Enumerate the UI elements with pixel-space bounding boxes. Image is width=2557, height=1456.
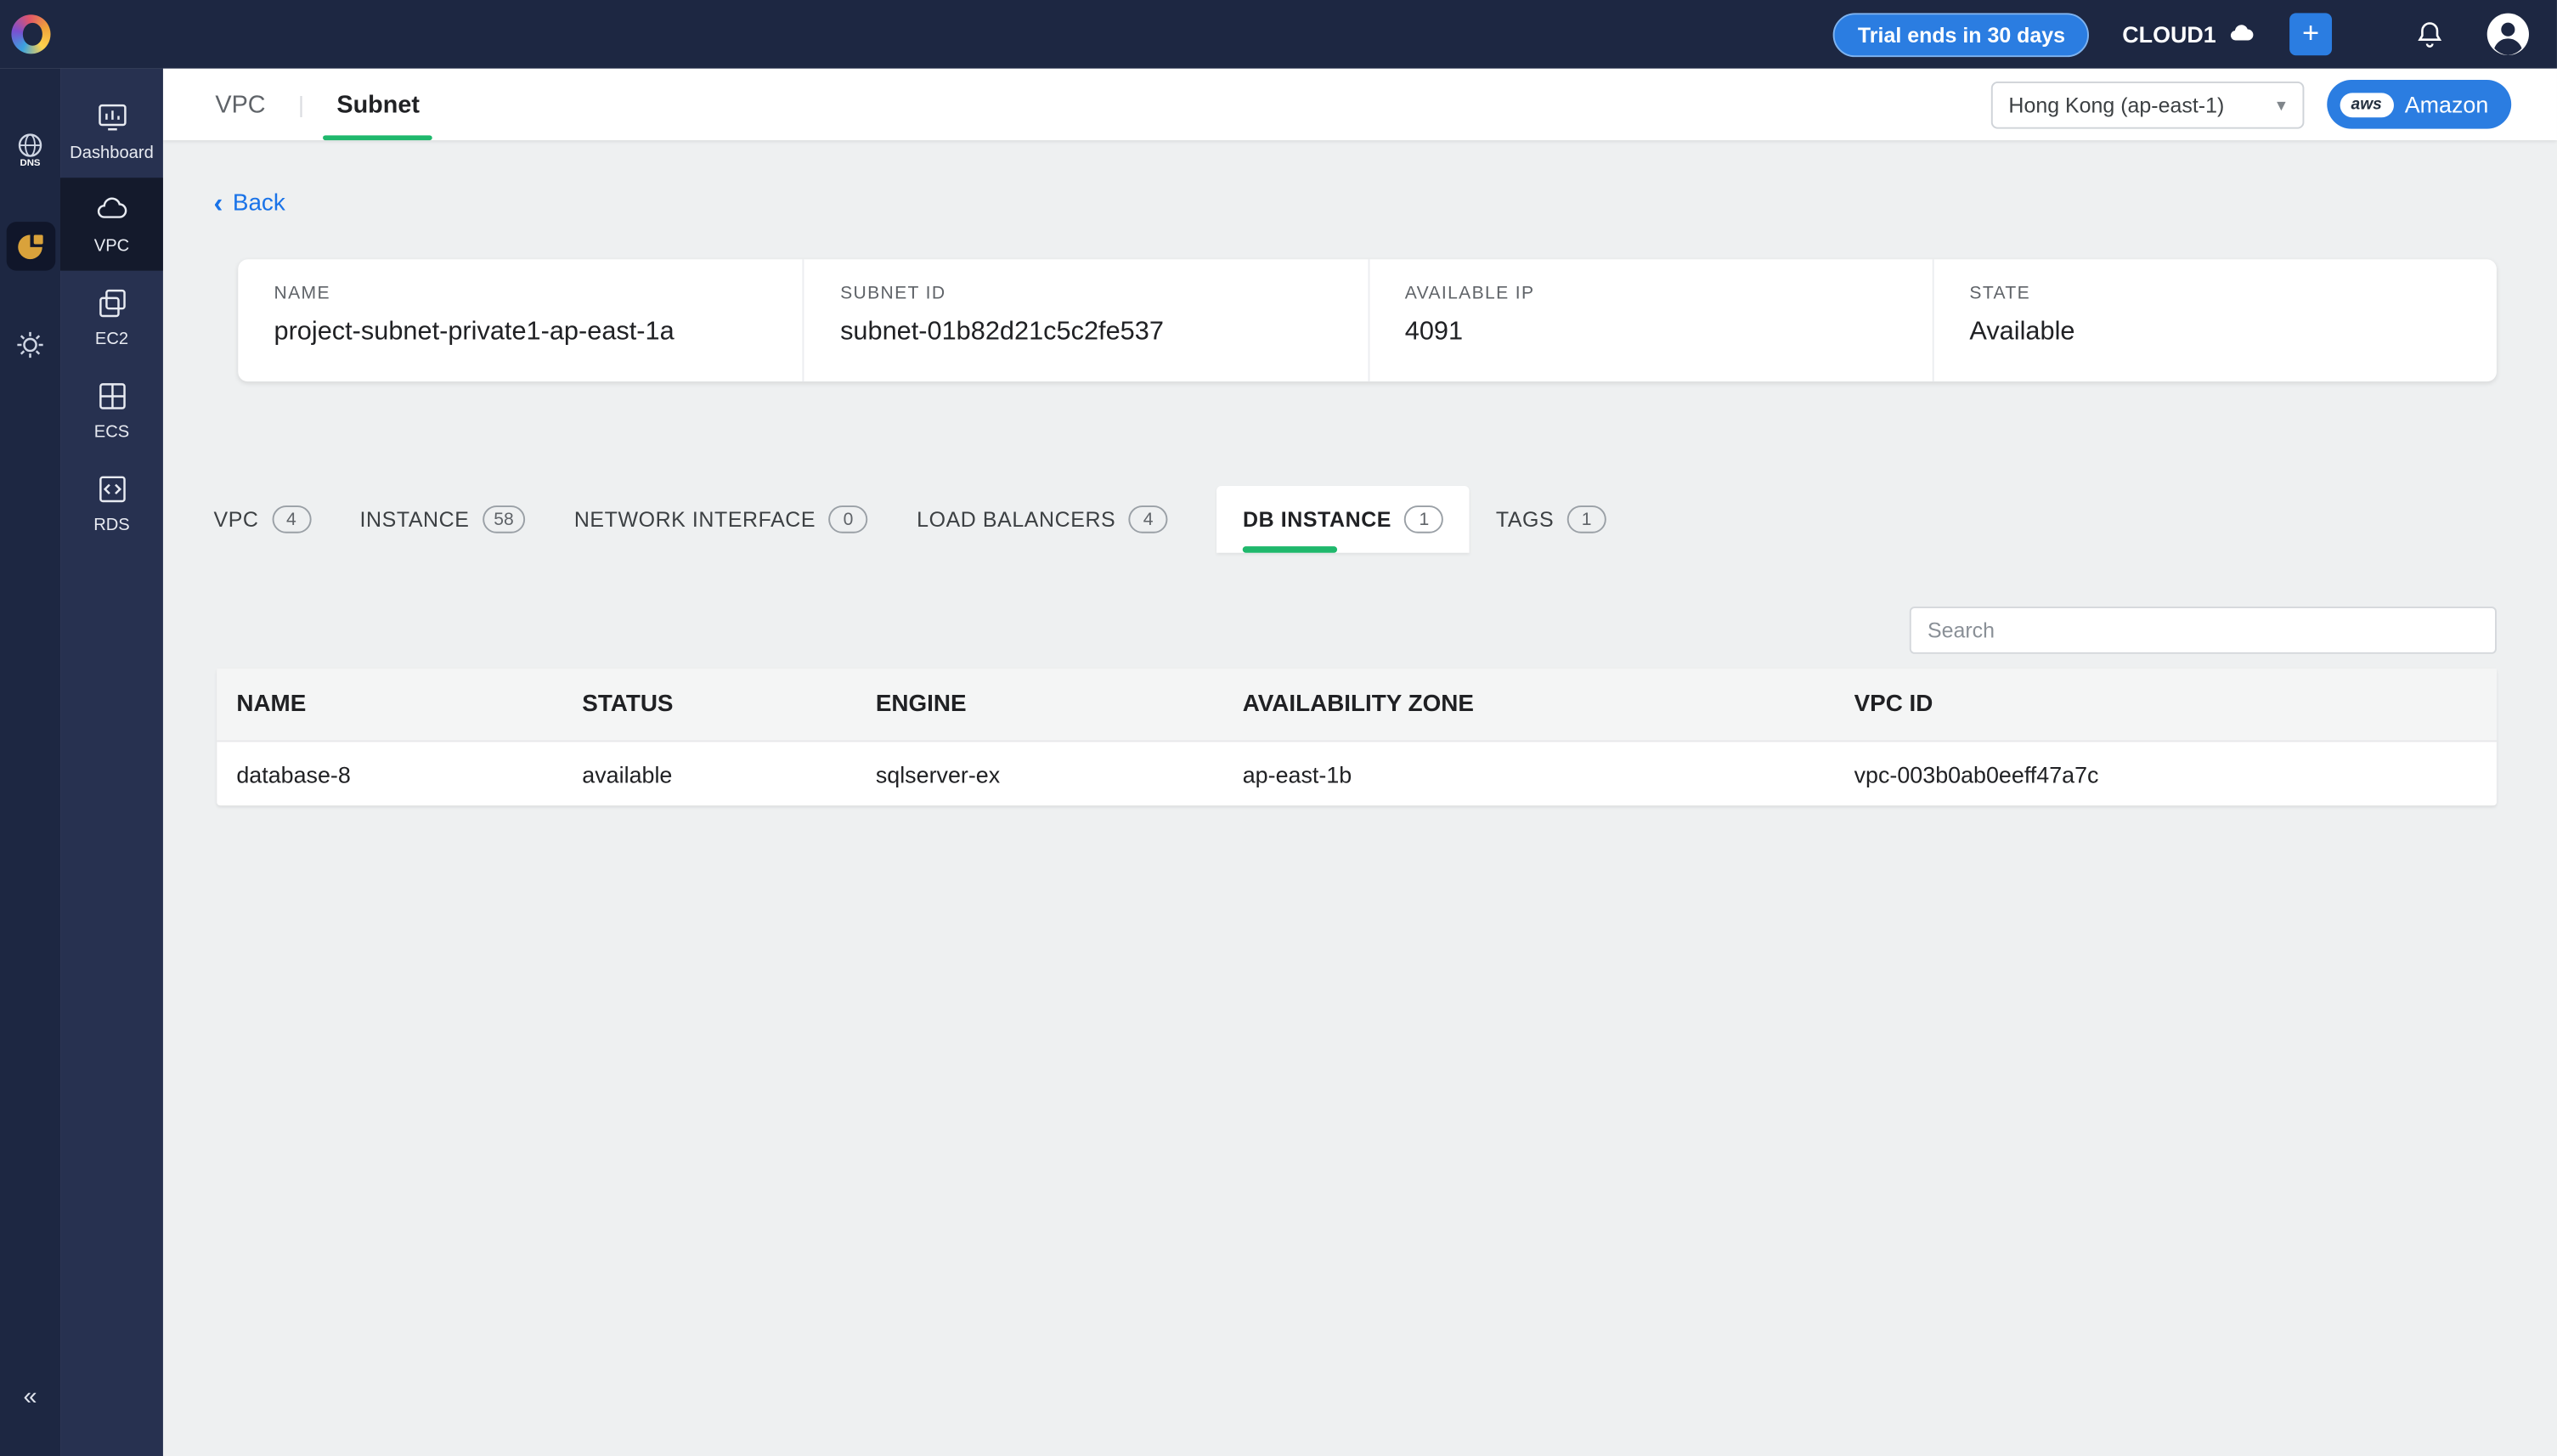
- table-row[interactable]: database-8 available sqlserver-ex ap-eas…: [217, 740, 2497, 805]
- summary-state: STATE Available: [1932, 259, 2497, 381]
- sidebar-item-rds[interactable]: RDS: [60, 456, 163, 549]
- tab-label: TAGS: [1496, 507, 1554, 532]
- tab-vpc[interactable]: VPC 4: [213, 486, 310, 553]
- tab-instance[interactable]: INSTANCE 58: [360, 486, 526, 553]
- summary-value: 4091: [1405, 318, 1896, 347]
- sidebar-item-ec2[interactable]: EC2: [60, 271, 163, 364]
- tab-label: DB INSTANCE: [1243, 507, 1391, 532]
- summary-label: SUBNET ID: [840, 284, 1331, 303]
- brand-logo-icon[interactable]: [10, 14, 49, 54]
- sidebar-item-label: ECS: [94, 422, 129, 442]
- tab-count-badge: 4: [272, 505, 311, 533]
- sidebar-item-label: Dashboard: [70, 144, 154, 163]
- summary-label: AVAILABLE IP: [1405, 284, 1896, 303]
- cell-vpc-id: vpc-003b0ab0eeff47a7c: [1835, 760, 2497, 787]
- summary-name: NAME project-subnet-private1-ap-east-1a: [238, 259, 803, 381]
- tab-db-instance[interactable]: DB INSTANCE 1: [1216, 486, 1470, 553]
- table-header-row: NAME STATUS ENGINE AVAILABILITY ZONE VPC…: [217, 669, 2497, 740]
- back-chevron-icon: ‹: [213, 189, 223, 217]
- back-button[interactable]: ‹ Back: [213, 189, 285, 217]
- topbar-right: Trial ends in 30 days CLOUD1 +: [1833, 11, 2557, 57]
- tab-count-badge: 4: [1129, 505, 1168, 533]
- chevron-down-icon: ▾: [2277, 93, 2286, 115]
- rail-item-dns[interactable]: DNS: [6, 124, 55, 173]
- cell-engine: sqlserver-ex: [856, 760, 1223, 787]
- topbar: Trial ends in 30 days CLOUD1 +: [0, 0, 2557, 69]
- column-header: VPC ID: [1835, 691, 2497, 718]
- sidebar-rail: DNS «: [0, 69, 60, 1456]
- sidebar-item-label: EC2: [95, 330, 128, 349]
- sidebar-nav: Dashboard VPC EC2 ECS: [60, 69, 163, 1456]
- tab-label: NETWORK INTERFACE: [574, 507, 816, 532]
- add-button[interactable]: +: [2289, 13, 2332, 55]
- tab-count-badge: 1: [1567, 505, 1606, 533]
- sidebar-collapse-button[interactable]: «: [0, 1383, 60, 1411]
- region-value: Hong Kong (ap-east-1): [2008, 92, 2224, 116]
- tab-count-badge: 58: [483, 505, 525, 533]
- column-header: ENGINE: [856, 691, 1223, 718]
- cell-status: available: [562, 760, 856, 787]
- main-content: ‹ Back NAME project-subnet-private1-ap-e…: [163, 140, 2557, 1456]
- cloud-icon: [2227, 20, 2257, 49]
- org-name: CLOUD1: [2122, 21, 2216, 48]
- summary-label: STATE: [1969, 284, 2460, 303]
- app-root: Trial ends in 30 days CLOUD1 +: [0, 0, 2557, 1456]
- tab-subnet-header[interactable]: Subnet: [330, 69, 426, 140]
- column-header: AVAILABILITY ZONE: [1223, 691, 1835, 718]
- tab-label: INSTANCE: [360, 507, 470, 532]
- region-select[interactable]: Hong Kong (ap-east-1) ▾: [1990, 81, 2304, 128]
- db-instance-table: NAME STATUS ENGINE AVAILABILITY ZONE VPC…: [217, 669, 2497, 805]
- tab-load-balancers[interactable]: LOAD BALANCERS 4: [917, 486, 1168, 553]
- sidebar-item-ecs[interactable]: ECS: [60, 364, 163, 456]
- rail-item-settings[interactable]: [6, 319, 55, 369]
- summary-label: NAME: [274, 284, 766, 303]
- column-header: NAME: [217, 691, 562, 718]
- ec2-instances-icon: [93, 285, 129, 321]
- tab-count-badge: 1: [1404, 505, 1443, 533]
- cloud-provider-icon: [13, 229, 47, 263]
- org-switcher[interactable]: CLOUD1: [2122, 20, 2256, 49]
- subnet-summary-card: NAME project-subnet-private1-ap-east-1a …: [238, 259, 2497, 381]
- ecs-containers-icon: [93, 378, 129, 414]
- back-label: Back: [233, 190, 285, 217]
- header-tab-separator: |: [298, 91, 304, 117]
- tab-count-badge: 0: [828, 505, 867, 533]
- dashboard-icon: [93, 99, 129, 135]
- summary-available-ip: AVAILABLE IP 4091: [1368, 259, 1933, 381]
- user-avatar[interactable]: [2485, 11, 2531, 57]
- tab-label: VPC: [213, 507, 258, 532]
- resource-tabs: VPC 4 INSTANCE 58 NETWORK INTERFACE 0 LO…: [213, 486, 2496, 553]
- tab-label: LOAD BALANCERS: [917, 507, 1115, 532]
- summary-value: Available: [1969, 318, 2460, 347]
- summary-value: subnet-01b82d21c5c2fe537: [840, 318, 1331, 347]
- search-input[interactable]: [1910, 607, 2497, 654]
- header-right: Hong Kong (ap-east-1) ▾ aws Amazon: [1990, 80, 2511, 129]
- tab-vpc-header[interactable]: VPC: [209, 69, 273, 140]
- column-header: STATUS: [562, 691, 856, 718]
- sidebar-item-vpc[interactable]: VPC: [60, 178, 163, 270]
- summary-subnet-id: SUBNET ID subnet-01b82d21c5c2fe537: [803, 259, 1368, 381]
- rds-database-icon: [93, 471, 129, 507]
- rail-item-cloud-provider[interactable]: [6, 222, 55, 271]
- page-header: VPC | Subnet Hong Kong (ap-east-1) ▾ aws…: [163, 69, 2557, 140]
- notifications-bell-icon[interactable]: [2413, 18, 2446, 50]
- provider-label: Amazon: [2405, 91, 2489, 117]
- vpc-cloud-icon: [93, 193, 129, 229]
- search-row: [213, 607, 2496, 654]
- dns-globe-icon: DNS: [11, 130, 48, 167]
- logo-wrap: [0, 14, 60, 54]
- tab-network-interface[interactable]: NETWORK INTERFACE 0: [574, 486, 868, 553]
- dns-label: DNS: [20, 157, 40, 167]
- sidebar-item-dashboard[interactable]: Dashboard: [60, 85, 163, 178]
- sidebar-item-label: VPC: [94, 236, 129, 256]
- cell-availability-zone: ap-east-1b: [1223, 760, 1835, 787]
- cell-name: database-8: [217, 760, 562, 787]
- trial-ends-button[interactable]: Trial ends in 30 days: [1833, 12, 2090, 56]
- provider-amazon-button[interactable]: aws Amazon: [2327, 80, 2511, 129]
- aws-logo: aws: [2340, 92, 2393, 116]
- summary-value: project-subnet-private1-ap-east-1a: [274, 318, 766, 347]
- tab-tags[interactable]: TAGS 1: [1496, 486, 1606, 553]
- sidebar-item-label: RDS: [93, 516, 130, 535]
- gear-icon: [13, 327, 47, 361]
